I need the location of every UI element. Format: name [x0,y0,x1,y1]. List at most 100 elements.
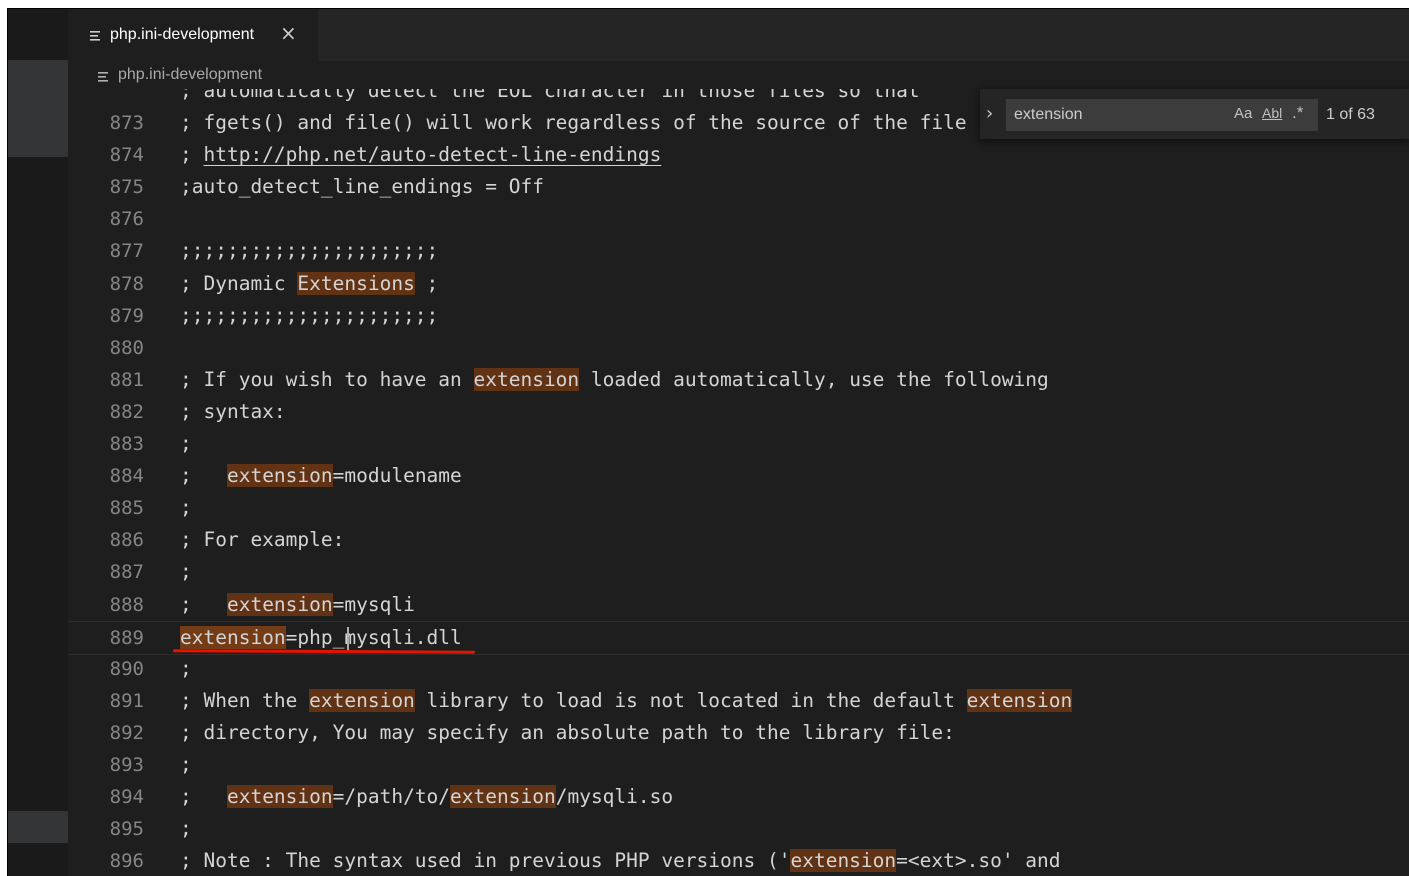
code-line[interactable]: 875 ;auto_detect_line_endings = Off [68,171,1409,203]
code-token: ;auto_detect_line_endings = Off [180,175,544,199]
code-token: ; [180,753,192,776]
code-text: ; extension=modulename [180,460,462,492]
line-number: 879 [109,304,144,327]
current-search-match: extension [180,625,286,649]
code-text: ; [180,428,192,460]
code-token: /mysqli.so [555,785,674,809]
current-line[interactable]: 889 extension=php_mysqli.dll [68,620,1409,655]
line-number: 878 [109,272,144,295]
code-token: ; Dynamic [180,271,298,295]
find-result-count: 1 of 63 [1326,106,1375,123]
code-token: ; For example: [180,528,345,552]
partial-code-line: ; automatically detect the EOL character… [180,89,920,102]
code-token: ; syntax: [180,399,286,423]
search-match: extension [226,785,333,809]
tab-php-ini-development[interactable]: php.ini-development × [68,9,318,61]
line-number: 886 [109,529,144,552]
line-number: 881 [109,368,144,391]
code-text: ; Note : The syntax used in previous PHP… [180,845,1061,876]
code-line[interactable]: 895; [68,813,1409,845]
code-token: ;;;;;;;;;;;;;;;;;;;;;; [180,303,439,327]
activity-bar-active-block[interactable] [8,60,68,157]
code-token: ; If you wish to have an [180,367,474,391]
code-text: ; syntax: [180,396,286,428]
code-text: ;;;;;;;;;;;;;;;;;;;;;; [180,235,438,267]
code-line[interactable]: 894; extension=/path/to/extension/mysqli… [68,781,1409,813]
file-lines-icon [90,31,100,41]
activity-bar-highlight[interactable] [8,811,68,843]
find-input[interactable]: extension Aa Abl .* [1006,99,1318,131]
code-text: ; Dynamic Extensions ; [180,268,438,300]
code-line[interactable]: 888; extension=mysqli [68,589,1409,621]
code-text: ; For example: [180,524,344,556]
tab-title: php.ini-development [110,26,255,43]
code-token: ; [180,143,204,167]
line-number: 884 [109,465,144,488]
find-widget: › extension Aa Abl .* 1 of 63 [980,89,1409,139]
match-case-icon[interactable]: Aa [1234,105,1252,122]
line-number: 877 [109,240,144,263]
code-token: ; [180,496,192,520]
code-line[interactable]: 879;;;;;;;;;;;;;;;;;;;;;; [68,300,1409,332]
code-line[interactable]: 874; http://php.net/auto-detect-line-end… [68,139,1409,171]
code-line[interactable]: 886 ; For example: [68,524,1409,556]
code-token: =/path/to/ [332,785,451,809]
code-text: ; [180,813,192,845]
regex-icon[interactable]: .* [1292,103,1303,123]
line-number: 885 [109,497,144,520]
editor-window: php.ini-development × php.ini-developmen… [7,8,1409,876]
code-line[interactable]: 880 [68,332,1409,364]
search-match: extension [309,688,415,712]
url-link[interactable]: http://php.net/auto-detect-line-endings [203,143,661,166]
line-number: 889 [109,626,144,649]
code-line[interactable]: 876 [68,203,1409,235]
code-line[interactable]: 884 ; extension=modulename [68,460,1409,492]
breadcrumb-file[interactable]: php.ini-development [118,66,262,84]
search-match: extension [226,464,333,488]
code-text: ; directory, You may specify an absolute… [180,717,955,749]
code-text: ; When the extension library to load is … [180,685,1073,717]
code-line[interactable]: 877;;;;;;;;;;;;;;;;;;;;;; [68,235,1409,267]
code-line[interactable]: 887; [68,556,1409,588]
code-line[interactable]: 885; [68,492,1409,524]
code-text: ; fgets() and file() will work regardles… [180,107,967,139]
find-input-value: extension [1014,106,1083,123]
breadcrumb: php.ini-development [68,61,1409,89]
toggle-replace-chevron-icon[interactable]: › [986,103,993,124]
code-line[interactable]: 892 ; directory, You may specify an absol… [68,717,1409,749]
code-line[interactable]: 893; [68,749,1409,781]
line-number: 880 [109,336,144,359]
line-number: 883 [109,433,144,455]
code-token: ; [180,656,192,680]
whole-word-icon[interactable]: Abl [1262,105,1282,121]
code-token: =<ext>.so' and [896,849,1061,873]
code-editor[interactable]: ; automatically detect the EOL character… [68,89,1409,876]
code-text: ; [180,653,192,685]
code-line[interactable]: 890; [68,653,1409,685]
code-text: ;;;;;;;;;;;;;;;;;;;;;; [180,300,438,332]
code-text: ; [180,556,192,588]
line-number: 890 [109,657,144,680]
line-number: 887 [109,561,144,584]
code-text: ; extension=/path/to/extension/mysqli.so [180,781,673,813]
code-token: ;;;;;;;;;;;;;;;;;;;;;; [180,239,439,263]
code-token: ; [414,271,439,295]
search-match: extension [450,785,556,809]
code-text: ; extension=mysqli [180,589,415,621]
close-icon[interactable]: × [280,23,297,43]
line-number: 875 [109,176,144,199]
code-line[interactable]: 882 ; syntax: [68,396,1409,428]
code-line[interactable]: 883; [68,428,1409,460]
code-line[interactable]: 881 ; If you wish to have an extension lo… [68,364,1409,396]
code-line[interactable]: 891 ; When the extension library to load … [68,685,1409,717]
code-token: ; [180,817,192,841]
search-match: extension [226,592,333,616]
line-number: 893 [109,754,144,776]
code-token: loaded automatically, use the following [579,367,1049,391]
code-token: ; When the [180,688,310,712]
code-line[interactable]: 896 ; Note : The syntax used in previous … [68,845,1409,876]
line-number: 895 [109,818,144,841]
code-line[interactable]: 878 ; Dynamic Extensions ; [68,268,1409,300]
search-match: extension [790,849,897,873]
line-number: 876 [109,208,144,231]
